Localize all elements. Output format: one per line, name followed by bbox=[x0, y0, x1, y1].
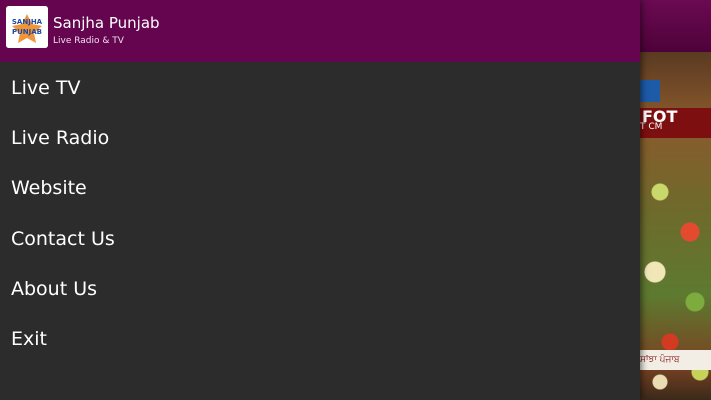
menu-item-website[interactable]: Website bbox=[0, 163, 640, 213]
app-title: Sanjha Punjab bbox=[53, 14, 160, 32]
svg-text:SANJHA: SANJHA bbox=[12, 18, 43, 26]
app-logo: SANJHA PUNJAB bbox=[6, 6, 48, 48]
navigation-drawer: SANJHA PUNJAB Sanjha Punjab Live Radio &… bbox=[0, 0, 640, 400]
background-banner-sub: T CM bbox=[640, 122, 663, 132]
menu-item-contact-us[interactable]: Contact Us bbox=[0, 214, 640, 264]
menu-item-about-us[interactable]: About Us bbox=[0, 264, 640, 314]
menu-item-exit[interactable]: Exit bbox=[0, 314, 640, 364]
app-subtitle: Live Radio & TV bbox=[53, 36, 124, 46]
menu-item-live-tv[interactable]: Live TV bbox=[0, 63, 640, 113]
background-food-image bbox=[640, 52, 711, 400]
background-toolbar bbox=[640, 0, 711, 52]
drawer-menu: Live TV Live Radio Website Contact Us Ab… bbox=[0, 63, 640, 364]
logo-icon: SANJHA PUNJAB bbox=[6, 6, 48, 48]
svg-text:PUNJAB: PUNJAB bbox=[12, 28, 42, 36]
background-tag bbox=[640, 80, 660, 102]
menu-item-live-radio[interactable]: Live Radio bbox=[0, 113, 640, 163]
drawer-header: SANJHA PUNJAB Sanjha Punjab Live Radio &… bbox=[0, 0, 640, 62]
app-screen: FOT T CM ਸਾਂਝਾ ਪੰਜਾਬ SANJHA PUNJAB Sanjh… bbox=[0, 0, 711, 400]
background-footer-text: ਸਾਂਝਾ ਪੰਜਾਬ bbox=[640, 350, 711, 370]
